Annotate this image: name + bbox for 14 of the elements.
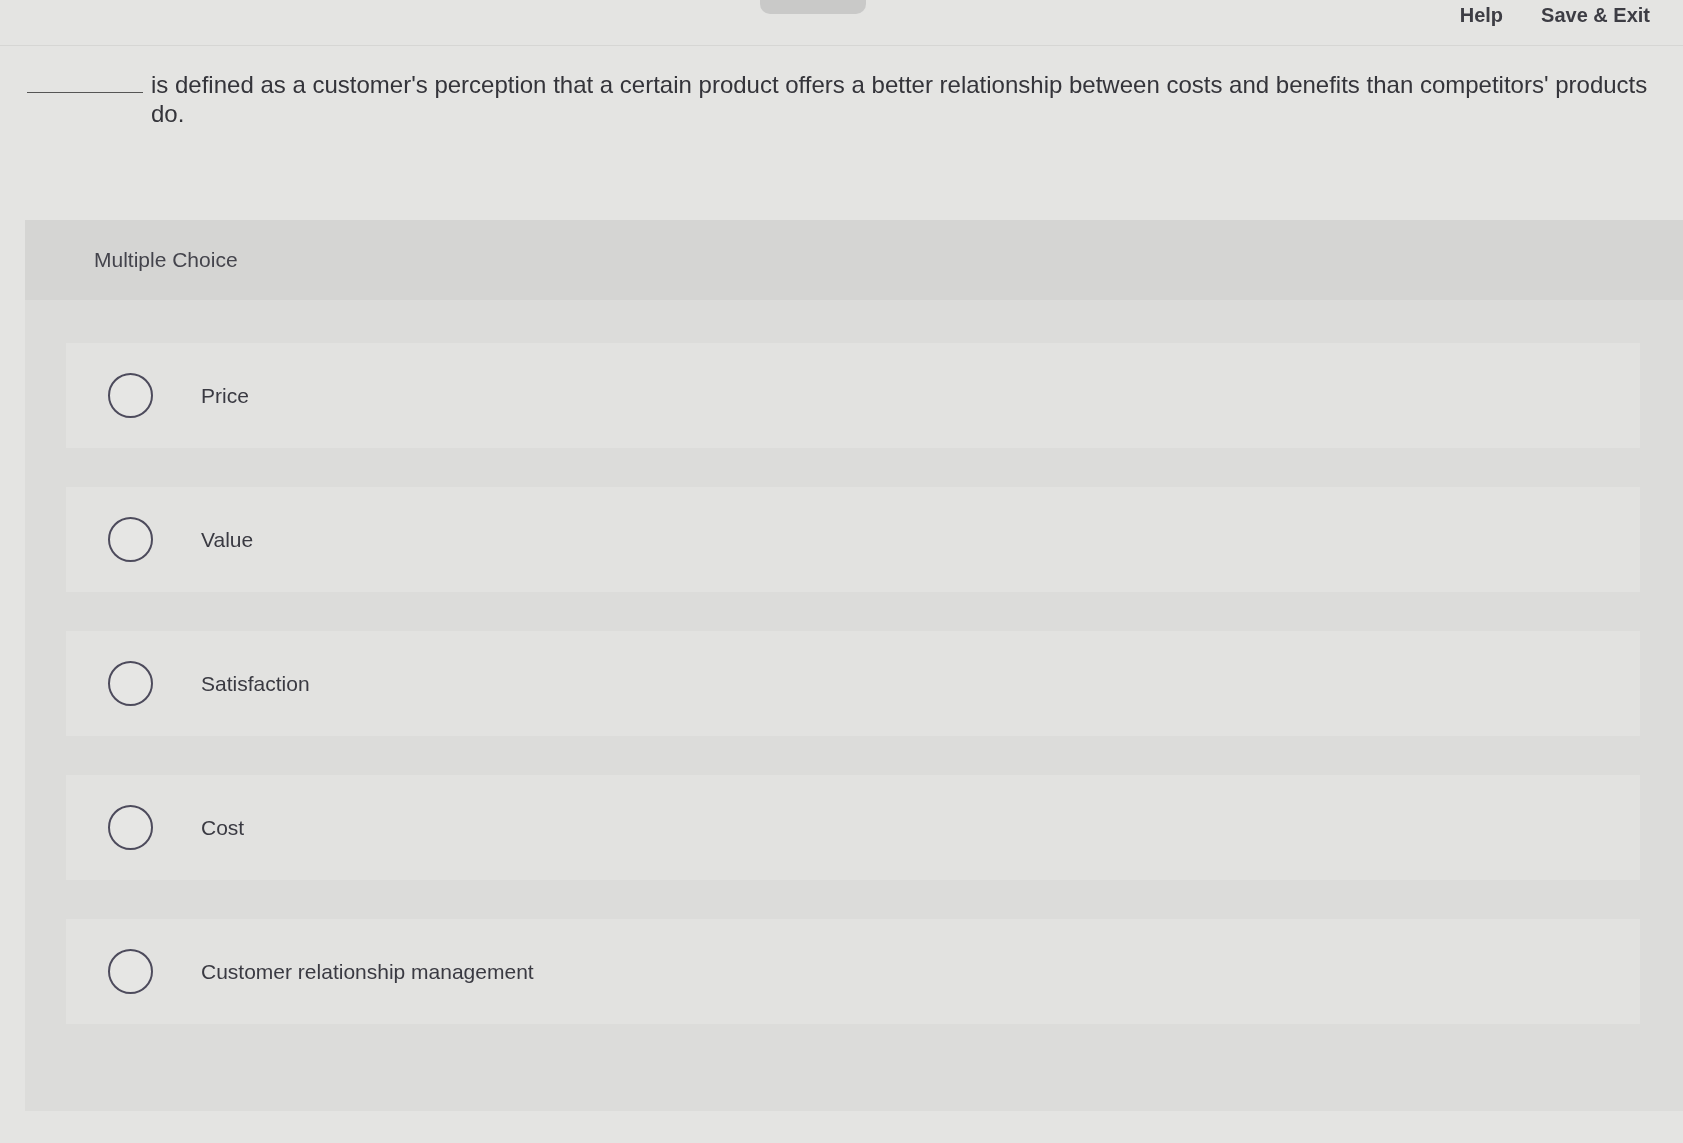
header-link[interactable]: Save & Exit	[1541, 3, 1650, 27]
radio-button[interactable]	[108, 517, 153, 562]
radio-button[interactable]	[108, 805, 153, 850]
option-label: Customer relationship management	[201, 959, 534, 984]
option-label: Satisfaction	[201, 671, 310, 696]
option-label: Price	[201, 383, 249, 408]
option-label: Value	[201, 527, 254, 552]
radio-button[interactable]	[108, 949, 153, 994]
option-label: Cost	[201, 815, 245, 840]
question-text: is defined as a customer's perception that a certain product offers a better relationship between costs and benefits than competitors' products do.	[151, 70, 1649, 128]
header-link[interactable]: Help	[1459, 3, 1504, 27]
radio-button[interactable]	[108, 661, 153, 706]
radio-button[interactable]	[108, 373, 153, 418]
section-heading: Multiple Choice	[94, 248, 238, 272]
